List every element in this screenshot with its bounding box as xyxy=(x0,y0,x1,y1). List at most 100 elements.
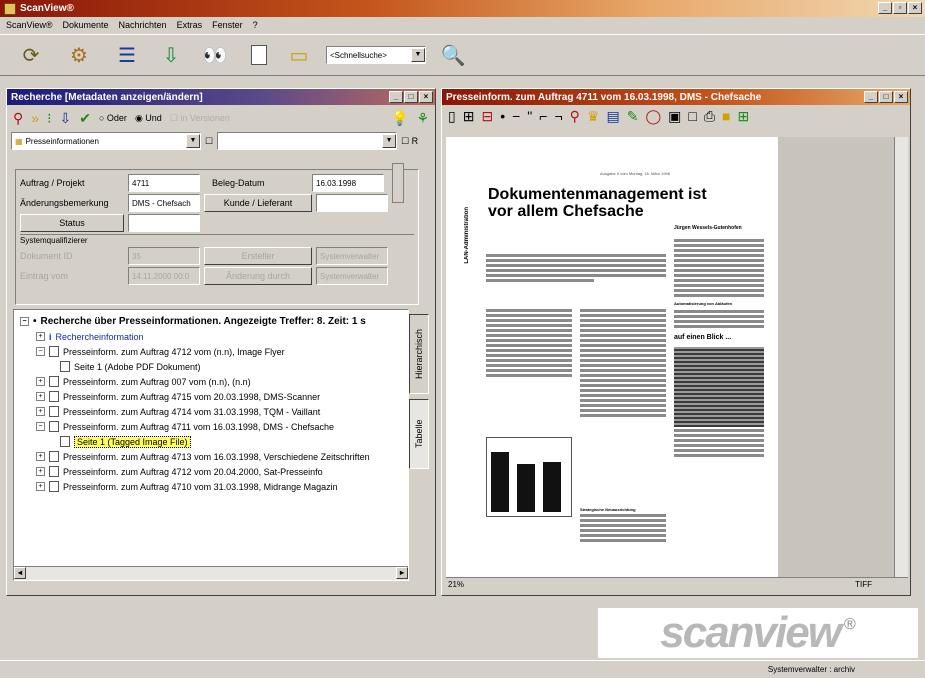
rect-icon[interactable]: □ xyxy=(688,109,696,123)
archive-icon[interactable]: ⟳ xyxy=(14,39,48,71)
menu-extras[interactable]: Extras xyxy=(177,20,203,30)
quick-search-combo[interactable]: <Schnellsuche> ▼ xyxy=(326,46,426,64)
menu-fenster[interactable]: Fenster xyxy=(212,20,243,30)
scroll-right-icon[interactable]: ▸ xyxy=(396,567,408,579)
page-icon[interactable]: ▯ xyxy=(448,109,456,123)
close-button[interactable]: × xyxy=(908,2,922,14)
viewer-close-button[interactable]: × xyxy=(894,91,908,103)
panel-close-button[interactable]: × xyxy=(419,91,433,103)
menu-dokumente[interactable]: Dokumente xyxy=(63,20,109,30)
list-icon[interactable]: ☰ xyxy=(110,39,144,71)
expand-icon[interactable]: + xyxy=(36,452,45,461)
tree-item[interactable]: + Presseinform. zum Auftrag 4713 vom 16.… xyxy=(20,449,402,464)
tree-item[interactable]: + Presseinform. zum Auftrag 4714 vom 31.… xyxy=(20,404,402,419)
checkbox-versionen[interactable]: ☐ in Versionen xyxy=(170,113,230,124)
tree-item[interactable]: + Presseinform. zum Auftrag 4715 vom 20.… xyxy=(20,389,402,404)
corner-right-icon[interactable]: ¬ xyxy=(554,109,562,123)
menu-nachrichten[interactable]: Nachrichten xyxy=(119,20,167,30)
collapse-icon[interactable]: − xyxy=(36,422,45,431)
tab-tabelle[interactable]: Tabelle xyxy=(409,399,429,469)
quote-icon[interactable]: " xyxy=(527,109,532,123)
tree-root-label: Recherche über Presseinformationen. Ange… xyxy=(40,316,366,327)
forward-icon[interactable]: » xyxy=(31,111,39,125)
r-checkbox[interactable]: ☐ R xyxy=(401,136,418,147)
expand-icon[interactable]: + xyxy=(36,482,45,491)
restore-button[interactable]: ▫ xyxy=(893,2,907,14)
tree-item[interactable]: Seite 1 (Adobe PDF Dokument) xyxy=(20,359,402,374)
combo-checkbox[interactable]: ☐ xyxy=(205,136,213,147)
binoculars-icon[interactable]: ⚲ xyxy=(13,111,23,125)
document-area[interactable]: Ausgabe 5 vom Montag, 16. März 1998 Doku… xyxy=(446,137,908,577)
card-icon[interactable]: ▭ xyxy=(286,39,312,71)
expand-icon[interactable]: + xyxy=(36,377,45,386)
form-scrollbar[interactable] xyxy=(392,163,404,203)
status-input[interactable] xyxy=(128,214,200,232)
file-format: TIFF xyxy=(855,580,872,589)
expand-icon[interactable]: + xyxy=(36,332,45,341)
user-search-icon[interactable]: ⚘ xyxy=(416,111,429,125)
tree-item[interactable]: + Presseinform. zum Auftrag 4712 vom 20.… xyxy=(20,464,402,479)
stamp-icon[interactable]: ♛ xyxy=(587,109,600,123)
binoculars-icon[interactable]: 👀 xyxy=(198,39,232,71)
radio-oder[interactable]: ○ Oder xyxy=(99,113,127,123)
tree-item[interactable]: − Presseinform. zum Auftrag 4712 vom (n.… xyxy=(20,344,402,359)
expand-icon[interactable]: + xyxy=(36,467,45,476)
corner-icon[interactable]: ⌐ xyxy=(539,109,547,123)
collapse-icon[interactable]: − xyxy=(20,317,29,326)
tab-hierarchisch[interactable]: Hierarchisch xyxy=(409,314,429,394)
beleg-input[interactable]: 16.03.1998 xyxy=(312,174,384,192)
tree-root[interactable]: − • Recherche über Presseinformationen. … xyxy=(20,314,402,329)
fit-icon[interactable]: ⊟ xyxy=(481,109,493,123)
frame-icon[interactable]: ▣ xyxy=(668,109,681,123)
viewer-vscrollbar[interactable] xyxy=(894,137,908,577)
panel-minimize-button[interactable]: _ xyxy=(389,91,403,103)
note-icon[interactable]: ▤ xyxy=(606,109,619,123)
import-icon[interactable]: ⇩ xyxy=(158,39,184,71)
tree-icon[interactable]: ⁝ xyxy=(47,111,51,125)
radio-und[interactable]: ◉ Und xyxy=(135,113,162,124)
menu-scanview[interactable]: ScanView® xyxy=(6,20,53,30)
doc-text-col4: Automatisierung von Abläufen auf einen B… xyxy=(674,237,764,459)
chevron-down-icon[interactable]: ▼ xyxy=(186,134,200,148)
viewer-maximize-button[interactable]: □ xyxy=(879,91,893,103)
blank-document-icon[interactable] xyxy=(246,39,272,71)
tree-item[interactable]: + Presseinform. zum Auftrag 007 vom (n.n… xyxy=(20,374,402,389)
print-icon[interactable]: ⎙ xyxy=(704,109,715,123)
tree-item[interactable]: + i Rechercheinformation xyxy=(20,329,402,344)
pen-icon[interactable]: ✎ xyxy=(627,109,639,123)
menu-help[interactable]: ? xyxy=(253,20,258,30)
minus-icon[interactable]: − xyxy=(512,109,520,123)
thumbnails-icon[interactable]: ⊞ xyxy=(463,109,475,123)
expand-icon[interactable]: + xyxy=(36,407,45,416)
lightbulb-icon[interactable]: 💡 xyxy=(391,111,408,125)
expand-icon[interactable]: + xyxy=(36,392,45,401)
collapse-icon[interactable]: − xyxy=(36,347,45,356)
chevron-down-icon[interactable]: ▼ xyxy=(382,134,397,148)
search-go-icon[interactable]: 🔍 xyxy=(440,39,466,71)
add-icon[interactable]: ⊞ xyxy=(737,109,749,123)
import-icon[interactable]: ⇩ xyxy=(60,111,72,125)
tree-item[interactable]: + Presseinform. zum Auftrag 4710 vom 31.… xyxy=(20,479,402,494)
check-icon[interactable]: ✔ xyxy=(79,111,91,125)
auftrag-input[interactable]: 4711 xyxy=(128,174,200,192)
tree-hscrollbar[interactable]: ◂ ▸ xyxy=(14,566,408,580)
tree-item-selected[interactable]: Seite 1 (Tagged Image File) xyxy=(20,434,402,449)
tree-item[interactable]: − Presseinform. zum Auftrag 4711 vom 16.… xyxy=(20,419,402,434)
category-combo[interactable]: ▦ Presseinformationen ▼ xyxy=(11,132,201,150)
viewer-minimize-button[interactable]: _ xyxy=(864,91,878,103)
dot-icon[interactable]: • xyxy=(500,109,505,123)
secondary-combo[interactable]: ▼ xyxy=(217,132,398,150)
highlight-icon[interactable]: ■ xyxy=(722,109,730,123)
aenderung-input[interactable]: DMS - Chefsach xyxy=(128,194,200,212)
scroll-left-icon[interactable]: ◂ xyxy=(14,567,26,579)
status-button[interactable]: Status xyxy=(20,214,124,232)
ellipse-icon[interactable]: ◯ xyxy=(645,109,661,123)
kunde-input[interactable] xyxy=(316,194,388,212)
chevron-down-icon[interactable]: ▼ xyxy=(411,48,425,62)
pin-icon[interactable]: ⚲ xyxy=(570,109,580,123)
panel-maximize-button[interactable]: □ xyxy=(404,91,418,103)
doc-text-col3 xyxy=(580,307,666,419)
minimize-button[interactable]: _ xyxy=(878,2,892,14)
scan-icon[interactable]: ⚙ xyxy=(62,39,96,71)
kunde-button[interactable]: Kunde / Lieferant xyxy=(204,194,312,212)
